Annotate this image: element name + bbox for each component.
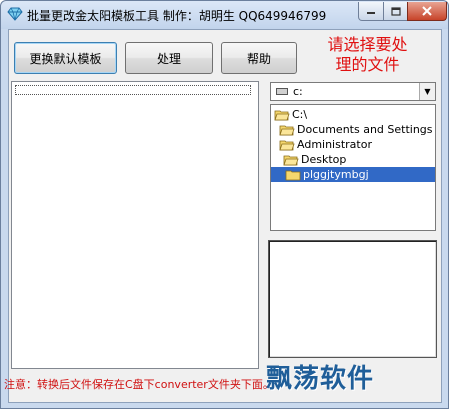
directory-item[interactable]: Administrator <box>279 137 372 152</box>
directory-label: Administrator <box>297 138 372 151</box>
directory-item[interactable]: C:\ <box>274 107 307 122</box>
list-focus-rect <box>15 85 251 95</box>
window-title: 批量更改金太阳模板工具 制作：胡明生 QQ649946799 <box>27 9 327 23</box>
open-folder-icon <box>274 110 290 120</box>
open-folder-icon <box>279 140 295 150</box>
watermark-logo: 飘荡软件 <box>266 364 375 394</box>
directory-label: Documents and Settings <box>297 123 433 136</box>
maximize-button[interactable] <box>383 2 408 21</box>
directory-label: Desktop <box>301 153 347 166</box>
open-folder-icon <box>279 125 295 135</box>
directory-tree[interactable]: C:\ Documents and Settings Administrator… <box>270 104 436 231</box>
directory-item[interactable]: Desktop <box>283 152 346 167</box>
minimize-icon <box>367 12 375 14</box>
open-folder-icon <box>283 155 299 165</box>
maximize-icon <box>390 6 401 16</box>
help-button[interactable]: 帮助 <box>221 42 297 74</box>
minimize-button[interactable] <box>358 2 384 21</box>
process-button[interactable]: 处理 <box>125 42 213 74</box>
drive-selected-value: c: <box>293 85 303 98</box>
change-default-template-button[interactable]: 更换默认模板 <box>14 42 117 74</box>
drive-icon <box>276 88 288 95</box>
diamond-icon <box>7 7 23 21</box>
close-button[interactable] <box>407 2 447 21</box>
hint-line-1: 请选择要处 <box>327 35 408 54</box>
folder-icon <box>285 170 301 180</box>
preview-box <box>268 240 437 358</box>
hint-line-2: 理的文件 <box>335 55 400 74</box>
file-list[interactable] <box>11 81 259 369</box>
directory-label: plggjtymbgj <box>303 168 369 181</box>
save-location-note: 注意：转换后文件保存在C盘下converter文件夹下面。 <box>4 378 274 391</box>
title-bar[interactable]: 批量更改金太阳模板工具 制作：胡明生 QQ649946799 <box>1 1 448 29</box>
drive-select[interactable]: c: ▼ <box>270 82 436 101</box>
directory-item[interactable]: Documents and Settings <box>279 122 433 137</box>
directory-item-selected[interactable]: plggjtymbgj <box>271 167 435 182</box>
select-file-hint: 请选择要处 理的文件 <box>305 35 430 75</box>
close-icon <box>422 6 432 16</box>
directory-label: C:\ <box>292 108 308 121</box>
dropdown-arrow-icon[interactable]: ▼ <box>419 83 435 100</box>
